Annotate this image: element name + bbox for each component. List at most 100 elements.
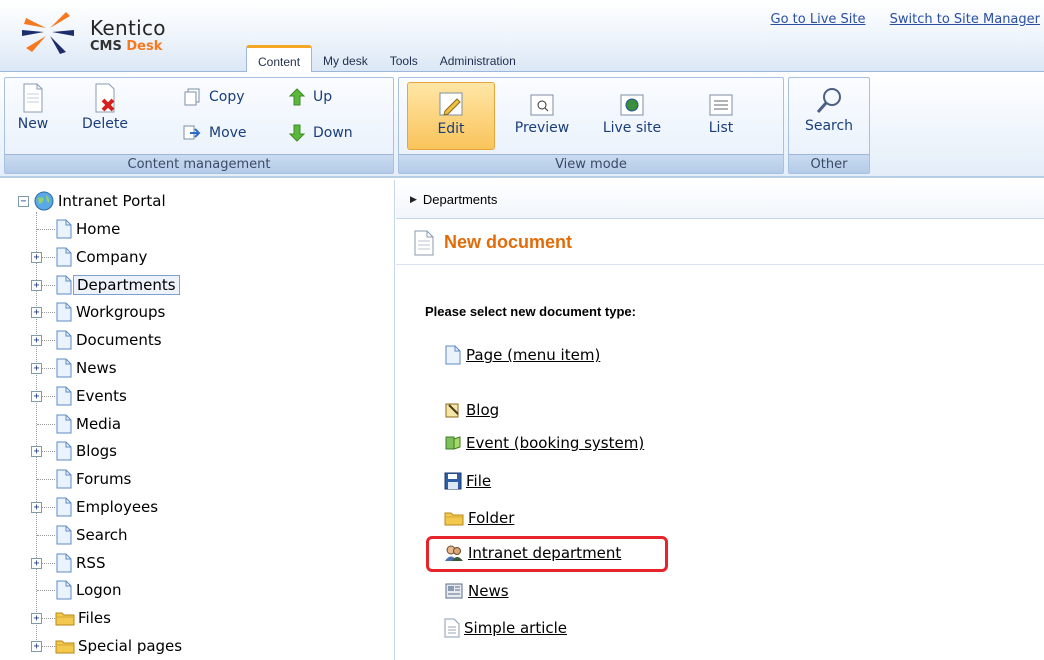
page-icon (55, 247, 73, 267)
arrow-up-icon (289, 88, 305, 106)
product-suffix: Desk (126, 39, 163, 54)
doctype-file[interactable]: File (444, 470, 491, 492)
tab-my-desk[interactable]: My desk (312, 50, 379, 72)
other-group-label: Other (789, 154, 869, 173)
tree-item-company[interactable]: Company (55, 246, 150, 268)
expand-icon[interactable]: + (31, 557, 42, 569)
doctype-link[interactable]: Page (menu item) (466, 346, 600, 364)
new-button[interactable]: New (13, 82, 53, 132)
collapse-icon[interactable]: − (18, 195, 29, 207)
ribbon-toolbar: New Delete Copy Move Up Down Content man… (0, 73, 1044, 178)
tab-content[interactable]: Content (246, 45, 313, 72)
folder-icon (444, 509, 464, 527)
copy-button-label: Copy (209, 89, 245, 105)
folder-icon (55, 609, 75, 627)
list-button[interactable]: List (699, 82, 743, 136)
tree-item-label: Search (76, 525, 128, 544)
blog-icon (444, 401, 462, 419)
delete-button[interactable]: Delete (75, 82, 135, 132)
doctype-folder[interactable]: Folder (444, 507, 514, 529)
tab-administration[interactable]: Administration (429, 50, 527, 72)
tree-item-label: Documents (76, 331, 162, 350)
top-links: Go to Live Site Switch to Site Manager (751, 12, 1041, 27)
tree-item-label: Media (76, 414, 122, 433)
search-button-label: Search (804, 118, 854, 134)
doctype-link[interactable]: Event (booking system) (466, 434, 644, 452)
tab-tools[interactable]: Tools (379, 50, 429, 72)
tree-item-label: Blogs (76, 442, 117, 461)
document-icon (414, 230, 434, 256)
live-site-globe-icon (620, 94, 644, 116)
tree-item-workgroups[interactable]: Workgroups (55, 301, 168, 323)
tree-connector (37, 423, 55, 425)
doctype-link[interactable]: Blog (466, 401, 499, 419)
copy-button[interactable]: Copy (183, 88, 245, 106)
expand-icon[interactable]: + (31, 613, 42, 625)
tree-item-departments[interactable]: Departments (55, 274, 180, 296)
doctype-link[interactable]: News (468, 582, 509, 600)
new-button-label: New (17, 116, 49, 132)
expand-icon[interactable]: + (31, 641, 42, 652)
doctype-blog[interactable]: Blog (444, 399, 499, 421)
expand-icon[interactable]: + (31, 446, 42, 458)
tree-item-blogs[interactable]: Blogs (55, 440, 120, 462)
tree-item-rss[interactable]: RSS (55, 552, 108, 574)
tree-item-files[interactable]: Files (55, 607, 114, 629)
expand-icon[interactable]: + (31, 390, 42, 402)
up-button-label: Up (313, 89, 333, 105)
tree-item-logon[interactable]: Logon (55, 579, 124, 601)
tree-item-events[interactable]: Events (55, 385, 130, 407)
tree-connector (37, 479, 55, 481)
preview-button[interactable]: Preview (509, 82, 575, 136)
edit-button[interactable]: Edit (407, 82, 495, 150)
view-mode-group: Edit Preview Live site List View mode (398, 77, 784, 174)
tree-item-home[interactable]: Home (55, 218, 123, 240)
expand-icon[interactable]: + (31, 307, 42, 319)
expand-icon[interactable]: + (31, 502, 42, 513)
live-site-button-label: Live site (602, 120, 662, 136)
page-icon (55, 386, 73, 406)
view-mode-group-label: View mode (399, 154, 783, 173)
intranet-department-highlight (426, 536, 668, 572)
go-to-live-site-link[interactable]: Go to Live Site (771, 12, 866, 27)
doctype-simple-article[interactable]: Simple article (444, 617, 567, 639)
doctype-link[interactable]: Folder (468, 509, 514, 527)
tree-root-intranet-portal[interactable]: − Intranet Portal (18, 190, 169, 212)
down-button[interactable]: Down (289, 124, 353, 142)
search-button[interactable]: Search (797, 82, 861, 134)
tree-item-media[interactable]: Media (55, 413, 124, 435)
article-icon (444, 618, 460, 638)
expand-icon[interactable]: + (31, 279, 42, 291)
tree-item-forums[interactable]: Forums (55, 468, 134, 490)
product-prefix: CMS (90, 39, 127, 54)
tree-item-label: Logon (76, 581, 122, 600)
brand-name: Kentico (90, 16, 166, 40)
move-button[interactable]: Move (183, 124, 247, 142)
content-management-group-label: Content management (5, 154, 393, 173)
page-title-bar: New document (396, 220, 1044, 265)
tree-item-news[interactable]: News (55, 357, 120, 379)
doctype-news[interactable]: News (444, 580, 509, 602)
doctype-link[interactable]: Simple article (464, 619, 567, 637)
expand-icon[interactable]: + (31, 335, 42, 347)
expand-icon[interactable]: + (31, 251, 42, 263)
tree-item-special-pages[interactable]: Special pages (55, 635, 185, 657)
tree-item-employees[interactable]: Employees (55, 496, 161, 518)
tree-item-label: Departments (73, 274, 180, 295)
doctype-page-menu-item[interactable]: Page (menu item) (444, 344, 600, 366)
product-name: CMS Desk (90, 39, 162, 54)
up-button[interactable]: Up (289, 88, 332, 106)
tree-item-documents[interactable]: Documents (55, 329, 165, 351)
list-button-label: List (708, 120, 734, 136)
tree-item-search[interactable]: Search (55, 524, 131, 546)
live-site-button[interactable]: Live site (595, 82, 669, 136)
switch-to-site-manager-link[interactable]: Switch to Site Manager (890, 12, 1040, 27)
doctype-event-booking-system[interactable]: Event (booking system) (444, 432, 644, 454)
tree-root-label: Intranet Portal (58, 192, 166, 210)
breadcrumb: ▶ Departments (396, 180, 1044, 219)
copy-icon (184, 88, 200, 106)
expand-icon[interactable]: + (31, 363, 42, 374)
delete-document-icon (95, 83, 115, 113)
doctype-link[interactable]: File (466, 472, 491, 490)
breadcrumb-item[interactable]: Departments (423, 192, 497, 207)
